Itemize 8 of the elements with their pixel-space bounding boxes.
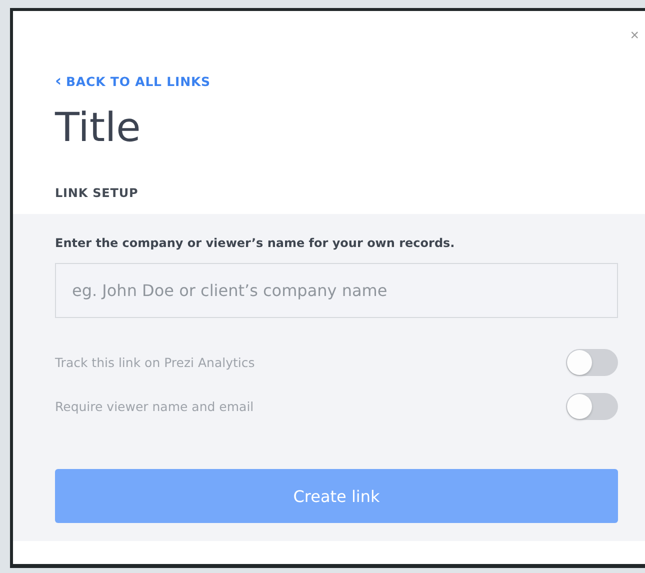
close-button[interactable]: × [630, 27, 639, 44]
back-link[interactable]: ‹ BACK TO ALL LINKS [55, 74, 210, 88]
dialog-title: Title [55, 104, 142, 152]
field-label: Enter the company or viewer’s name for your own records. [55, 236, 456, 250]
toggle-label: Track this link on Prezi Analytics [55, 354, 255, 370]
section-heading: LINK SETUP [55, 186, 140, 200]
toggle-label: Require viewer name and email [55, 398, 254, 414]
name-input-field[interactable]: eg. John Doe or client’s company name [55, 263, 618, 318]
